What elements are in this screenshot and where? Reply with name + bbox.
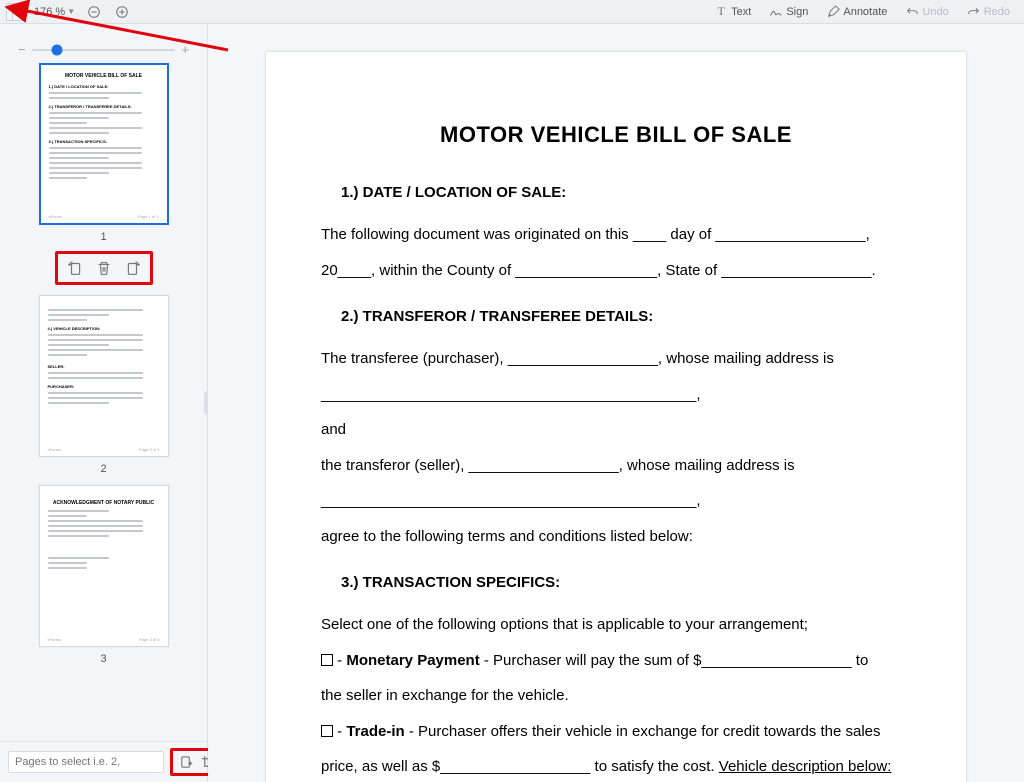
delete-page-button[interactable] bbox=[94, 258, 114, 278]
section-2-line-5: ________________________________________… bbox=[321, 485, 911, 517]
page-thumbnail-3-label: 3 bbox=[100, 653, 106, 665]
thumb-zoom-out[interactable]: − bbox=[18, 42, 26, 57]
section-1-heading: 1.) DATE / LOCATION OF SALE: bbox=[321, 184, 911, 201]
option-1-label: Monetary Payment bbox=[346, 652, 479, 669]
mini-title: MOTOR VEHICLE BILL OF SALE bbox=[41, 73, 167, 79]
text-icon: T bbox=[714, 5, 728, 19]
chevron-down-icon: ▼ bbox=[67, 7, 75, 16]
redo-button[interactable]: Redo bbox=[963, 3, 1014, 21]
text-tool-label: Text bbox=[731, 6, 751, 18]
option-2-cont-ul: Vehicle description below: bbox=[719, 758, 892, 775]
section-3-heading: 3.) TRANSACTION SPECIFICS: bbox=[321, 574, 911, 591]
undo-label: Undo bbox=[922, 6, 948, 18]
document-title: MOTOR VEHICLE BILL OF SALE bbox=[321, 122, 911, 148]
pages-select-input[interactable] bbox=[8, 751, 164, 773]
section-1-line-2: 20____, within the County of ___________… bbox=[321, 255, 911, 287]
redo-label: Redo bbox=[984, 6, 1010, 18]
zoom-value: 176 % bbox=[34, 6, 65, 18]
sign-tool-label: Sign bbox=[786, 6, 808, 18]
add-page-button[interactable] bbox=[177, 753, 195, 771]
section-2-line-6: agree to the following terms and conditi… bbox=[321, 521, 911, 553]
sign-icon bbox=[769, 5, 783, 19]
section-2-line-3: and bbox=[321, 414, 911, 446]
annotate-tool-button[interactable]: Annotate bbox=[822, 3, 891, 21]
rotate-right-button[interactable] bbox=[122, 258, 142, 278]
page-thumbnail-1-label: 1 bbox=[100, 231, 106, 243]
sign-tool-button[interactable]: Sign bbox=[765, 3, 812, 21]
thumb-zoom-handle[interactable] bbox=[52, 44, 63, 55]
main-split: − + MOTOR VEHICLE BILL OF SALE 1.) DATE … bbox=[0, 24, 1024, 782]
section-2-heading: 2.) TRANSFEROR / TRANSFEREE DETAILS: bbox=[321, 308, 911, 325]
thumbnail-sidebar: − + MOTOR VEHICLE BILL OF SALE 1.) DATE … bbox=[0, 24, 208, 782]
zoom-level-dropdown[interactable]: 176 % ▼ bbox=[32, 6, 77, 18]
redo-icon bbox=[967, 5, 981, 19]
section-1-line-1: The following document was originated on… bbox=[321, 219, 911, 251]
zoom-in-icon bbox=[115, 5, 129, 19]
page-thumbnail-1[interactable]: MOTOR VEHICLE BILL OF SALE 1.) DATE / LO… bbox=[39, 63, 169, 225]
text-tool-button[interactable]: T Text bbox=[710, 3, 755, 21]
thumbnail-panel-toggle[interactable] bbox=[6, 3, 26, 21]
section-2-line-2: ________________________________________… bbox=[321, 379, 911, 411]
page-thumbnail-2[interactable]: 4.) VEHICLE DESCRIPTION: SELLER: PURCHAS… bbox=[39, 295, 169, 457]
option-1-rest: - Purchaser will pay the sum of $_______… bbox=[480, 652, 869, 669]
option-2-rest: - Purchaser offers their vehicle in exch… bbox=[405, 723, 881, 740]
section-3-option-2: - Trade-in - Purchaser offers their vehi… bbox=[321, 716, 911, 748]
document-page-1: MOTOR VEHICLE BILL OF SALE 1.) DATE / LO… bbox=[266, 52, 966, 782]
rotate-left-button[interactable] bbox=[66, 258, 86, 278]
top-toolbar: 176 % ▼ T Text Sign An bbox=[0, 0, 1024, 24]
option-2-cont-pre: price, as well as $__________________ to… bbox=[321, 758, 719, 775]
section-3-line-1: Select one of the following options that… bbox=[321, 609, 911, 641]
sidebar-footer bbox=[0, 741, 207, 782]
checkbox-icon bbox=[321, 725, 333, 737]
zoom-in-button[interactable] bbox=[111, 3, 133, 21]
undo-icon bbox=[905, 5, 919, 19]
page-actions-highlight bbox=[55, 251, 153, 285]
document-viewport[interactable]: MOTOR VEHICLE BILL OF SALE 1.) DATE / LO… bbox=[208, 24, 1024, 782]
section-2-line-4: the transferor (seller), _______________… bbox=[321, 450, 911, 482]
section-3-option-1: - Monetary Payment - Purchaser will pay … bbox=[321, 645, 911, 677]
undo-button[interactable]: Undo bbox=[901, 3, 952, 21]
option-2-label: Trade-in bbox=[346, 723, 404, 740]
annotate-tool-label: Annotate bbox=[843, 6, 887, 18]
section-3-option-2-cont: price, as well as $__________________ to… bbox=[321, 751, 911, 782]
section-2-line-1: The transferee (purchaser), ____________… bbox=[321, 343, 911, 375]
page-thumbnail-2-label: 2 bbox=[100, 463, 106, 475]
checkbox-icon bbox=[321, 654, 333, 666]
thumbnail-zoom-slider: − + bbox=[0, 34, 207, 63]
page-thumbnail-3[interactable]: ACKNOWLEDGMENT OF NOTARY PUBLIC eForms bbox=[39, 485, 169, 647]
thumb-zoom-track[interactable] bbox=[32, 49, 176, 51]
zoom-out-icon bbox=[87, 5, 101, 19]
zoom-out-button[interactable] bbox=[83, 3, 105, 21]
annotate-icon bbox=[826, 5, 840, 19]
thumb-zoom-in[interactable]: + bbox=[181, 42, 189, 57]
section-3-option-1-cont: the seller in exchange for the vehicle. bbox=[321, 680, 911, 712]
